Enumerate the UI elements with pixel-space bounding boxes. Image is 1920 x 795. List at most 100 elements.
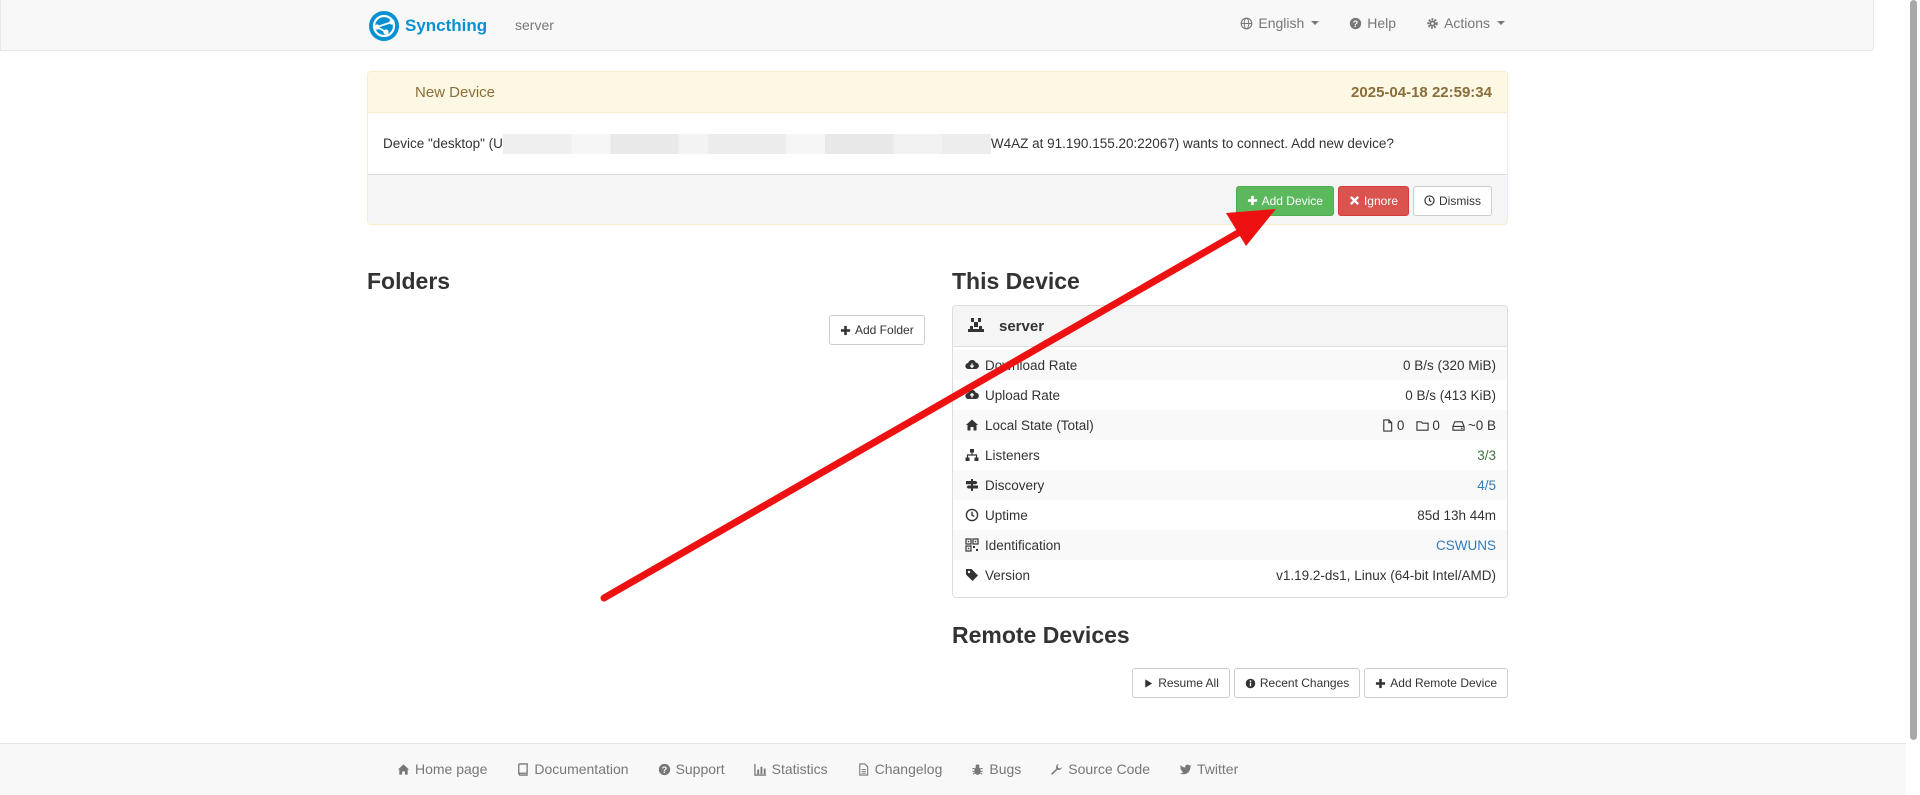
help-label: Help: [1367, 15, 1397, 31]
this-device-stats: Download Rate 0 B/s (320 MiB) Upload Rat…: [953, 347, 1507, 590]
footer-source-label: Source Code: [1068, 761, 1150, 777]
local-state-label: Local State (Total): [985, 417, 1094, 433]
discovery-label: Discovery: [985, 477, 1045, 493]
identification-row: Identification CSWUNS: [953, 530, 1507, 560]
footer-twitter-label: Twitter: [1197, 761, 1239, 777]
version-row: Version v1.19.2-ds1, Linux (64-bit Intel…: [953, 560, 1507, 590]
navbar: Syncthing server English ? Help Actions: [0, 0, 1874, 51]
version-label-group: Version: [965, 568, 1030, 583]
footer-docs-link[interactable]: Documentation: [516, 761, 629, 777]
dismiss-label: Dismiss: [1439, 193, 1481, 208]
clock-icon: [1424, 195, 1435, 206]
discovery-value[interactable]: 4/5: [1477, 478, 1496, 493]
add-folder-button[interactable]: Add Folder: [829, 315, 925, 345]
ignore-button[interactable]: Ignore: [1337, 185, 1409, 216]
footer-changelog-link[interactable]: Changelog: [857, 761, 943, 777]
play-icon: [1145, 678, 1153, 688]
message-suffix: W4AZ at 91.190.155.20:22067) wants to co…: [990, 136, 1394, 151]
plus-icon: [1247, 195, 1257, 206]
close-icon: [1349, 195, 1359, 206]
qrcode-icon: [965, 538, 979, 552]
identification-label-group: Identification: [965, 538, 1061, 553]
brand-link[interactable]: Syncthing: [368, 10, 487, 42]
footer-bugs-link[interactable]: Bugs: [971, 761, 1021, 777]
cloud-upload-icon: [965, 390, 979, 400]
download-rate-row: Download Rate 0 B/s (320 MiB): [953, 350, 1507, 380]
add-remote-device-button[interactable]: Add Remote Device: [1364, 668, 1508, 698]
recent-changes-button[interactable]: Recent Changes: [1233, 668, 1361, 698]
discovery-row: Discovery 4/5: [953, 470, 1507, 500]
gear-icon: [1427, 17, 1438, 29]
download-rate-label-group: Download Rate: [965, 358, 1077, 373]
listeners-value[interactable]: 3/3: [1477, 448, 1496, 463]
clock-icon: [965, 508, 979, 522]
folders-heading: Folders: [367, 268, 451, 294]
identification-value[interactable]: CSWUNS: [1436, 538, 1496, 553]
resume-all-button[interactable]: Resume All: [1132, 668, 1230, 698]
upload-rate-row: Upload Rate 0 B/s (413 KiB): [953, 380, 1507, 410]
footer-twitter-link[interactable]: Twitter: [1179, 761, 1238, 777]
folder-count: 0: [1416, 418, 1440, 433]
add-device-button[interactable]: Add Device: [1235, 185, 1334, 216]
footer-source-link[interactable]: Source Code: [1050, 761, 1150, 777]
notification-title: New Device: [415, 83, 496, 101]
identification-label: Identification: [985, 537, 1061, 553]
language-label: English: [1258, 15, 1305, 31]
dismiss-button[interactable]: Dismiss: [1413, 185, 1492, 216]
size-total-value: ~0 B: [1467, 417, 1496, 433]
discovery-label-group: Discovery: [965, 478, 1044, 493]
sitemap-icon: [965, 449, 979, 461]
twitter-icon: [1179, 764, 1192, 774]
footer-changelog-label: Changelog: [874, 761, 943, 777]
navbar-menu: English ? Help Actions: [1240, 15, 1505, 31]
wrench-icon: [1051, 763, 1063, 775]
svg-text:?: ?: [661, 764, 666, 774]
actions-dropdown[interactable]: Actions: [1426, 15, 1505, 31]
language-dropdown[interactable]: English: [1240, 15, 1320, 31]
upload-rate-value: 0 B/s (413 KiB): [1405, 387, 1496, 403]
recent-changes-label: Recent Changes: [1259, 676, 1350, 690]
listeners-label-group: Listeners: [965, 448, 1040, 463]
home-icon: [397, 763, 410, 775]
device-hostname: server: [515, 17, 554, 33]
syncthing-logo-icon: [369, 11, 399, 41]
remote-devices-actions: Resume All Recent Changes Add Remote Dev…: [1132, 668, 1508, 698]
signpost-icon: [966, 479, 978, 491]
this-device-heading: This Device: [952, 268, 1080, 294]
file-icon: [1383, 418, 1393, 432]
file-count: 0: [1381, 418, 1404, 433]
notification-header: New Device 2025-04-18 22:59:34: [368, 72, 1507, 113]
footer: Home page Documentation ? Support Statis…: [0, 743, 1906, 795]
uptime-label-group: Uptime: [965, 508, 1028, 523]
uptime-value: 85d 13h 44m: [1417, 507, 1496, 523]
local-state-label-group: Local State (Total): [965, 418, 1094, 433]
actions-label: Actions: [1444, 15, 1490, 31]
local-state-row: Local State (Total) 0 0 ~0 B: [953, 410, 1507, 440]
footer-home-link[interactable]: Home page: [397, 761, 487, 777]
brand-name: Syncthing: [405, 16, 488, 35]
tag-icon: [966, 569, 978, 581]
download-rate-label: Download Rate: [985, 357, 1078, 373]
question-circle-icon: ?: [658, 763, 670, 775]
this-device-header[interactable]: server: [953, 306, 1507, 347]
add-folder-label: Add Folder: [855, 323, 914, 337]
footer-statistics-link[interactable]: Statistics: [753, 761, 828, 777]
message-prefix: Device "desktop" (U: [383, 136, 503, 151]
footer-home-label: Home page: [415, 761, 488, 777]
add-remote-device-label: Add Remote Device: [1390, 676, 1497, 690]
new-device-notification: New Device 2025-04-18 22:59:34 Device "d…: [367, 71, 1508, 225]
bug-icon: [972, 763, 983, 775]
footer-links: Home page Documentation ? Support Statis…: [397, 761, 1238, 777]
chevron-down-icon: [1497, 21, 1505, 25]
help-link[interactable]: ? Help: [1349, 15, 1396, 31]
version-value: v1.19.2-ds1, Linux (64-bit Intel/AMD): [1276, 567, 1496, 583]
add-device-label: Add Device: [1261, 193, 1323, 208]
scrollbar-thumb[interactable]: [1910, 0, 1917, 740]
svg-text:?: ?: [1353, 18, 1358, 28]
resume-all-label: Resume All: [1158, 676, 1219, 690]
vertical-scrollbar[interactable]: [1906, 0, 1920, 795]
globe-icon: [1241, 17, 1253, 29]
footer-support-link[interactable]: ? Support: [658, 761, 725, 777]
size-total: ~0 B: [1452, 418, 1496, 433]
home-icon: [966, 419, 978, 431]
